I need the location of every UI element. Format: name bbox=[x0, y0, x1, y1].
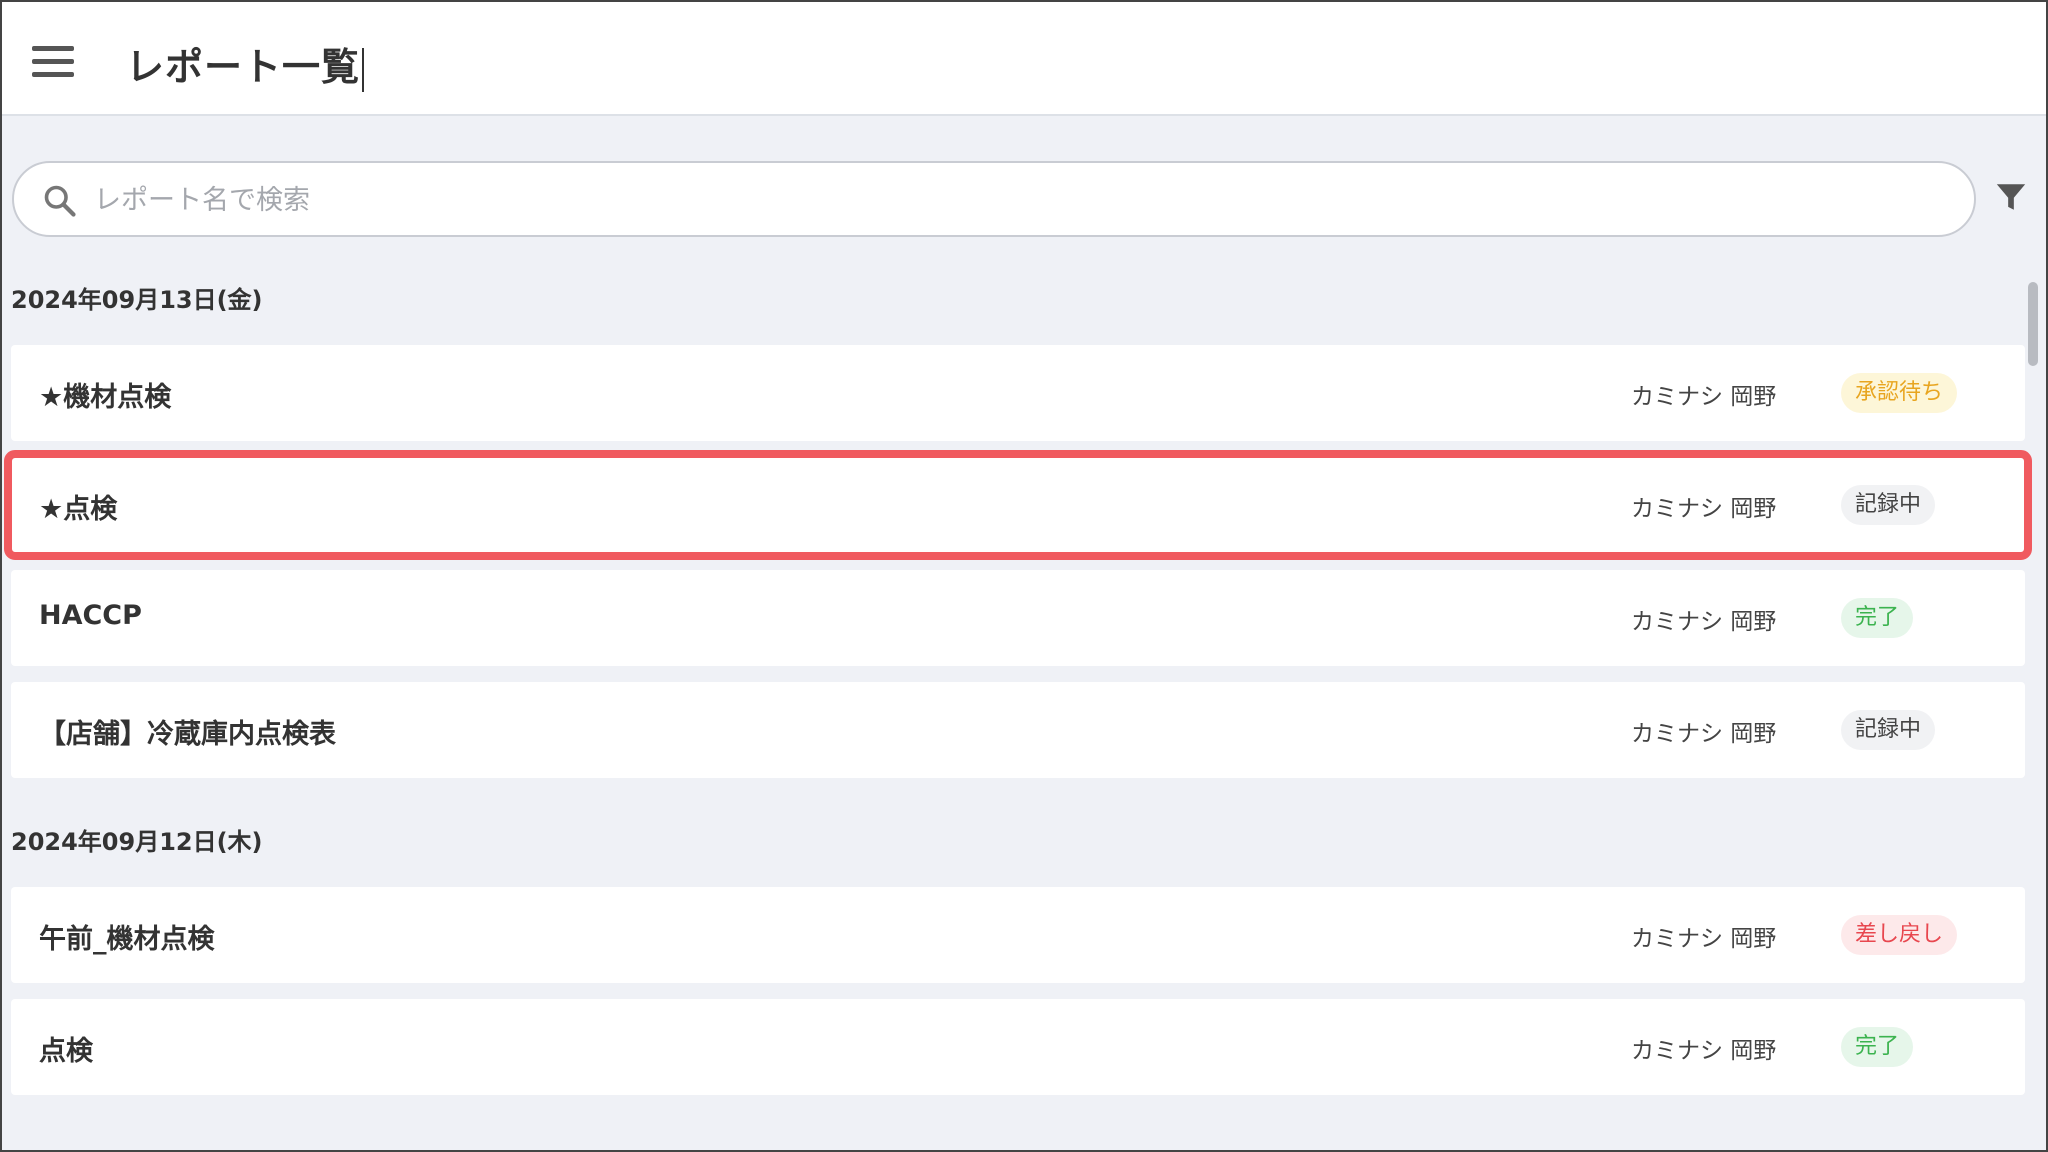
app-header: レポート一覧 bbox=[2, 2, 2046, 116]
report-title: HACCP bbox=[39, 600, 142, 631]
search-box[interactable] bbox=[12, 161, 1976, 237]
hamburger-menu-icon[interactable] bbox=[32, 46, 74, 78]
status-badge: 差し戻し bbox=[1841, 915, 1958, 955]
report-user: カミナシ 岡野 bbox=[1631, 721, 1777, 747]
report-row[interactable]: 【店舗】冷蔵庫内点検表 カミナシ 岡野 記録中 bbox=[11, 682, 2025, 778]
status-badge: 完了 bbox=[1841, 1027, 1914, 1067]
status-badge: 記録中 bbox=[1841, 710, 1936, 750]
report-row[interactable]: 点検 カミナシ 岡野 完了 bbox=[11, 999, 2025, 1095]
page-title: レポート一覧 bbox=[126, 36, 365, 92]
report-title: ★点検 bbox=[39, 494, 118, 525]
app-frame: レポート一覧 2024年09月13日(金) ★機材点検 カミナシ 岡野 承認待ち… bbox=[0, 0, 2048, 1152]
report-user: カミナシ 岡野 bbox=[1631, 1038, 1777, 1064]
date-header: 2024年09月13日(金) bbox=[11, 286, 263, 314]
text-caret bbox=[362, 47, 365, 92]
report-row-selected[interactable]: ★点検 カミナシ 岡野 記録中 bbox=[4, 450, 2032, 560]
report-user: カミナシ 岡野 bbox=[1631, 496, 1777, 522]
status-badge: 完了 bbox=[1841, 598, 1914, 638]
report-user: カミナシ 岡野 bbox=[1631, 609, 1777, 635]
page-title-text: レポート一覧 bbox=[126, 45, 361, 89]
date-header: 2024年09月12日(木) bbox=[11, 828, 263, 856]
report-title: ★機材点検 bbox=[39, 382, 172, 413]
report-row[interactable]: HACCP カミナシ 岡野 完了 bbox=[11, 570, 2025, 666]
filter-icon[interactable] bbox=[1994, 180, 2028, 214]
report-title: 午前_機材点検 bbox=[39, 924, 215, 955]
report-row[interactable]: ★機材点検 カミナシ 岡野 承認待ち bbox=[11, 345, 2025, 441]
report-user: カミナシ 岡野 bbox=[1631, 384, 1777, 410]
report-user: カミナシ 岡野 bbox=[1631, 926, 1777, 952]
search-icon bbox=[44, 185, 76, 217]
status-badge: 記録中 bbox=[1841, 485, 1936, 525]
status-badge: 承認待ち bbox=[1841, 373, 1958, 413]
search-input[interactable] bbox=[94, 175, 1954, 225]
report-row[interactable]: 午前_機材点検 カミナシ 岡野 差し戻し bbox=[11, 887, 2025, 983]
report-title: 【店舗】冷蔵庫内点検表 bbox=[39, 719, 336, 750]
report-title: 点検 bbox=[39, 1036, 93, 1067]
scrollbar-thumb[interactable] bbox=[2028, 282, 2038, 366]
